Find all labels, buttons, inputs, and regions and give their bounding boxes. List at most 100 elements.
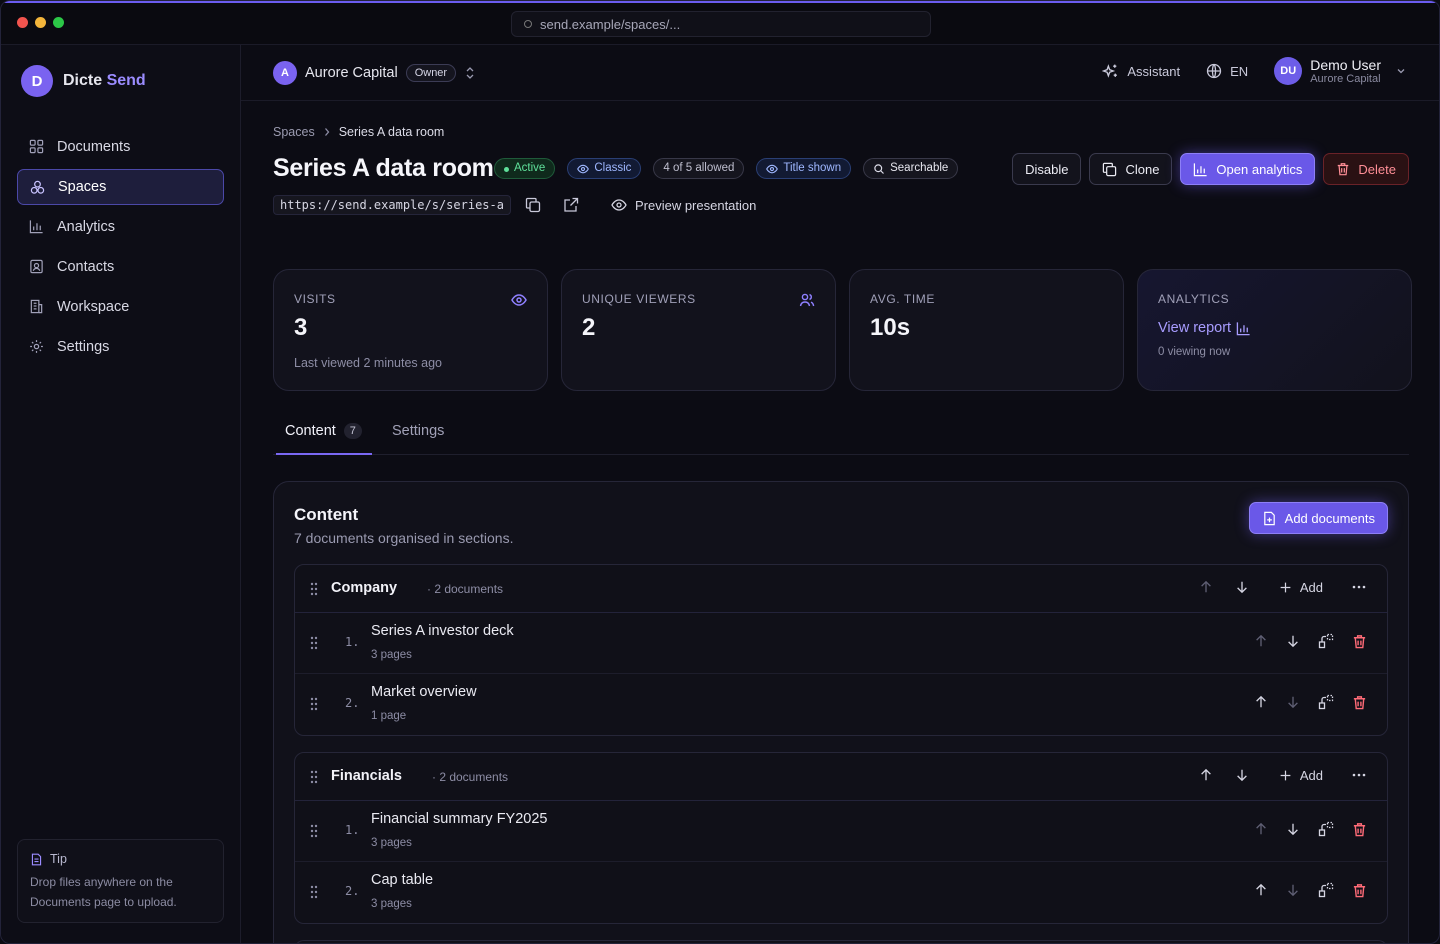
close-window-button[interactable] bbox=[17, 17, 28, 28]
arrow-down-icon[interactable] bbox=[1286, 883, 1300, 897]
classic-badge: Classic bbox=[567, 158, 642, 179]
move-section-icon[interactable] bbox=[1318, 882, 1334, 898]
move-section-icon[interactable] bbox=[1318, 633, 1334, 649]
sidebar-item-spaces[interactable]: Spaces bbox=[17, 169, 224, 205]
section-name: Financials bbox=[331, 768, 402, 784]
avg-time-card: AVG. TIME 10s bbox=[849, 269, 1124, 391]
sidebar-item-analytics[interactable]: Analytics bbox=[17, 209, 224, 245]
users-icon bbox=[799, 293, 815, 307]
brand[interactable]: D Dicte Send bbox=[21, 65, 146, 97]
arrow-down-icon[interactable] bbox=[1286, 695, 1300, 709]
chevron-right-icon bbox=[324, 128, 330, 136]
arrow-up-icon[interactable] bbox=[1254, 883, 1268, 897]
preview-presentation-button[interactable]: Preview presentation bbox=[599, 197, 756, 213]
clone-button[interactable]: Clone bbox=[1089, 153, 1173, 185]
trash-icon[interactable] bbox=[1352, 883, 1367, 898]
sidebar: D Dicte Send Documents Spaces Analytics … bbox=[1, 45, 241, 943]
stat-label: ANALYTICS bbox=[1158, 292, 1230, 306]
arrow-down-icon[interactable] bbox=[1235, 580, 1249, 594]
arrow-up-icon[interactable] bbox=[1254, 634, 1268, 648]
disable-button[interactable]: Disable bbox=[1012, 153, 1082, 185]
add-to-section-button[interactable]: Add bbox=[1279, 768, 1323, 783]
user-menu[interactable]: DU Demo User Aurore Capital bbox=[1274, 57, 1407, 85]
document-row[interactable]: 1. Series A investor deck 3 pages bbox=[295, 613, 1387, 674]
more-horizontal-icon[interactable] bbox=[1351, 767, 1367, 783]
sidebar-item-workspace[interactable]: Workspace bbox=[17, 289, 224, 325]
org-name: Aurore Capital bbox=[305, 65, 398, 81]
drag-handle-icon[interactable] bbox=[309, 885, 319, 899]
arrow-up-icon[interactable] bbox=[1254, 822, 1268, 836]
drag-handle-icon[interactable] bbox=[309, 770, 319, 784]
arrow-down-icon[interactable] bbox=[1286, 634, 1300, 648]
section-header: Financials · 2 documents Add bbox=[295, 753, 1387, 801]
trash-icon[interactable] bbox=[1352, 634, 1367, 649]
move-section-icon[interactable] bbox=[1318, 694, 1334, 710]
arrow-up-icon[interactable] bbox=[1199, 768, 1213, 782]
assistant-label: Assistant bbox=[1127, 63, 1181, 79]
content-count-badge: 7 bbox=[343, 423, 362, 439]
delete-button[interactable]: Delete bbox=[1323, 153, 1409, 185]
bar-chart-icon bbox=[29, 220, 43, 234]
drag-handle-icon[interactable] bbox=[309, 582, 319, 596]
visits-card: VISITS 3 Last viewed 2 minutes ago bbox=[273, 269, 548, 391]
user-avatar: DU bbox=[1274, 57, 1303, 85]
org-avatar: A bbox=[273, 61, 297, 85]
tab-settings[interactable]: Settings bbox=[392, 423, 444, 439]
role-badge: Owner bbox=[405, 64, 457, 82]
drag-handle-icon[interactable] bbox=[309, 636, 319, 650]
sidebar-item-documents[interactable]: Documents bbox=[17, 129, 224, 165]
tab-content[interactable]: Content 7 bbox=[285, 423, 362, 439]
add-documents-button[interactable]: Add documents bbox=[1248, 502, 1388, 534]
content-title: Content bbox=[294, 505, 359, 524]
sidebar-item-label: Contacts bbox=[57, 259, 115, 275]
document-name: Market overview bbox=[371, 684, 477, 700]
sidebar-item-contacts[interactable]: Contacts bbox=[17, 249, 224, 285]
stat-value: 3 bbox=[294, 314, 308, 341]
document-row[interactable]: 2. Cap table 3 pages bbox=[295, 862, 1387, 923]
drag-handle-icon[interactable] bbox=[309, 697, 319, 711]
move-section-icon[interactable] bbox=[1318, 821, 1334, 837]
chevron-updown-icon bbox=[466, 67, 474, 79]
document-name: Series A investor deck bbox=[371, 623, 514, 639]
drag-handle-icon[interactable] bbox=[309, 824, 319, 838]
document-number: 1. bbox=[345, 823, 360, 837]
maximize-window-button[interactable] bbox=[53, 17, 64, 28]
section-company: Company · 2 documents Add 1. Series A in… bbox=[294, 564, 1388, 736]
section-financials: Financials · 2 documents Add 1. Financia… bbox=[294, 752, 1388, 924]
trash-icon[interactable] bbox=[1352, 822, 1367, 837]
sidebar-item-label: Documents bbox=[57, 139, 131, 155]
breadcrumb-spaces[interactable]: Spaces bbox=[273, 125, 315, 139]
minimize-window-button[interactable] bbox=[35, 17, 46, 28]
org-switcher[interactable]: A Aurore Capital Owner bbox=[273, 61, 476, 85]
sidebar-item-settings[interactable]: Settings bbox=[17, 329, 224, 365]
topbar: A Aurore Capital Owner Assistant EN DU D… bbox=[241, 45, 1439, 101]
document-meta: 3 pages bbox=[371, 898, 412, 910]
arrow-up-icon[interactable] bbox=[1199, 580, 1213, 594]
copy-icon bbox=[1103, 162, 1117, 176]
document-number: 2. bbox=[345, 696, 360, 710]
more-horizontal-icon[interactable] bbox=[1351, 579, 1367, 595]
arrow-down-icon[interactable] bbox=[1235, 768, 1249, 782]
arrow-up-icon[interactable] bbox=[1254, 695, 1268, 709]
assistant-button[interactable]: Assistant bbox=[1102, 63, 1180, 80]
stat-sub: Last viewed 2 minutes ago bbox=[294, 356, 443, 370]
chevron-down-icon bbox=[1397, 69, 1405, 74]
status-badges: Active Classic 4 of 5 allowed Title show… bbox=[494, 158, 959, 179]
trash-icon[interactable] bbox=[1352, 695, 1367, 710]
copy-icon[interactable] bbox=[525, 197, 541, 213]
view-report-link[interactable]: View report bbox=[1158, 320, 1391, 336]
arrow-down-icon[interactable] bbox=[1286, 822, 1300, 836]
open-analytics-button[interactable]: Open analytics bbox=[1180, 153, 1316, 185]
page-actions: Disable Clone Open analytics Delete bbox=[1012, 153, 1409, 185]
app-window: send.example/spaces/... D Dicte Send Doc… bbox=[0, 0, 1440, 944]
language-selector[interactable]: EN bbox=[1206, 63, 1248, 79]
share-link-row: https://send.example/s/series-a Preview … bbox=[273, 195, 756, 215]
external-link-icon[interactable] bbox=[563, 197, 579, 213]
sidebar-item-label: Settings bbox=[57, 339, 110, 355]
share-url[interactable]: https://send.example/s/series-a bbox=[273, 195, 511, 215]
document-row[interactable]: 2. Market overview 1 page bbox=[295, 674, 1387, 735]
add-to-section-button[interactable]: Add bbox=[1279, 580, 1323, 595]
address-bar[interactable]: send.example/spaces/... bbox=[511, 11, 931, 37]
document-row[interactable]: 1. Financial summary FY2025 3 pages bbox=[295, 801, 1387, 862]
active-badge: Active bbox=[494, 158, 556, 179]
